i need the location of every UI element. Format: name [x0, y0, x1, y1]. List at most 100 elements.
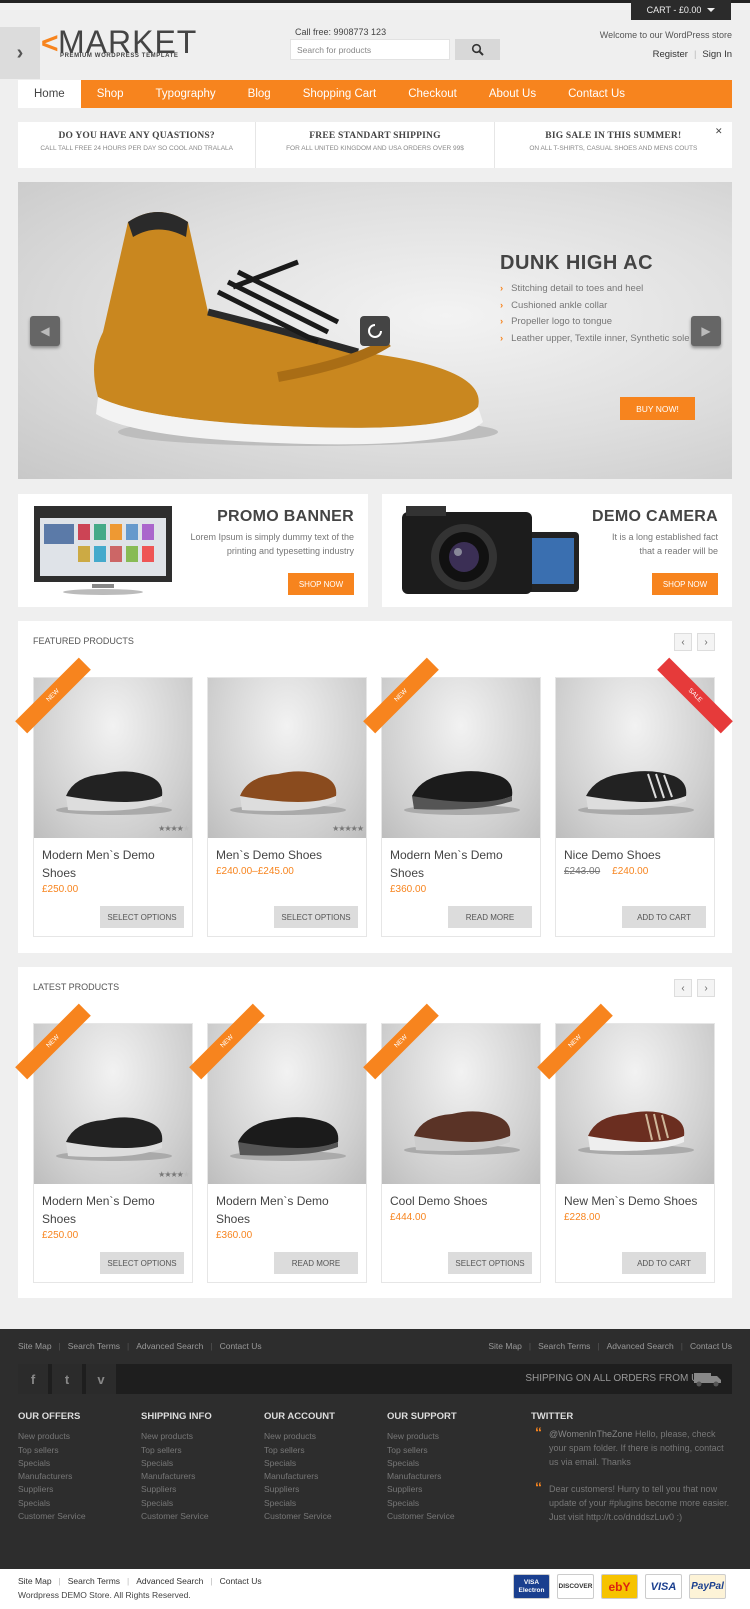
- select-options-button[interactable]: SELECT OPTIONS: [448, 1252, 532, 1274]
- shop-now-button[interactable]: SHOP NOW: [288, 573, 354, 595]
- next-arrow-icon[interactable]: ›: [697, 633, 715, 651]
- footer-col-link[interactable]: Specials: [264, 1457, 335, 1470]
- footer-link[interactable]: Site Map: [18, 1341, 52, 1351]
- footer-col-link[interactable]: Customer Service: [18, 1510, 86, 1523]
- ebay-icon: ebY: [601, 1574, 638, 1599]
- search-icon: [471, 43, 484, 56]
- footer-link[interactable]: Search Terms: [538, 1341, 590, 1351]
- footer-col-link[interactable]: New products: [18, 1430, 86, 1443]
- sign-in-link[interactable]: Sign In: [702, 49, 732, 60]
- nav-contact-us[interactable]: Contact Us: [552, 80, 641, 108]
- product-card[interactable]: NEW New Men`s Demo Shoes £228.00 ADD TO …: [537, 1003, 715, 1283]
- footer-col-link[interactable]: Top sellers: [264, 1444, 335, 1457]
- product-name[interactable]: Nice Demo Shoes: [564, 846, 704, 864]
- product-card[interactable]: SALE Nice Demo Shoes £243.00 £240.00 ADD …: [555, 657, 733, 937]
- footer-col-offers: OUR OFFERS New products Top sellers Specia…: [18, 1410, 86, 1523]
- footer-col-link[interactable]: Manufacturers: [18, 1470, 86, 1483]
- close-icon[interactable]: ✕: [715, 126, 723, 137]
- footer-col-link[interactable]: Specials: [387, 1457, 457, 1470]
- footer-link[interactable]: Search Terms: [68, 1341, 120, 1351]
- product-name[interactable]: Cool Demo Shoes: [390, 1192, 530, 1210]
- product-card[interactable]: NEW ★★★★★ Modern Men`s Demo Shoes £250.0…: [15, 657, 193, 937]
- nav-shop[interactable]: Shop: [81, 80, 140, 108]
- product-card[interactable]: NEW Cool Demo Shoes £444.00 SELECT OPTIO…: [363, 1003, 541, 1283]
- footer-col-link[interactable]: Customer Service: [264, 1510, 335, 1523]
- product-name[interactable]: Modern Men`s Demo Shoes: [42, 846, 182, 882]
- footer-col-link[interactable]: Specials: [18, 1497, 86, 1510]
- nav-blog[interactable]: Blog: [232, 80, 287, 108]
- buy-now-button[interactable]: BUY NOW!: [620, 397, 695, 420]
- footer-col-link[interactable]: Specials: [387, 1497, 457, 1510]
- footer-col-link[interactable]: New products: [141, 1430, 212, 1443]
- footer-col-link[interactable]: Suppliers: [141, 1483, 212, 1496]
- loading-icon: [360, 316, 390, 346]
- nav-home[interactable]: Home: [18, 80, 81, 108]
- search-button[interactable]: [455, 39, 500, 60]
- footer-link[interactable]: Contact Us: [690, 1341, 732, 1351]
- footer-col-link[interactable]: Manufacturers: [264, 1470, 335, 1483]
- footer-col-link[interactable]: Top sellers: [387, 1444, 457, 1457]
- register-link[interactable]: Register: [653, 49, 688, 60]
- footer-col-link[interactable]: New products: [264, 1430, 335, 1443]
- add-to-cart-button[interactable]: ADD TO CART: [622, 906, 706, 928]
- product-card[interactable]: NEW ★★★★★ Modern Men`s Demo Shoes £250.0…: [15, 1003, 193, 1283]
- footer-link[interactable]: Advanced Search: [136, 1576, 203, 1586]
- footer-col-link[interactable]: Top sellers: [18, 1444, 86, 1457]
- product-name[interactable]: New Men`s Demo Shoes: [564, 1192, 704, 1210]
- footer-col-link[interactable]: Manufacturers: [141, 1470, 212, 1483]
- footer-link[interactable]: Advanced Search: [607, 1341, 674, 1351]
- footer-col-link[interactable]: Suppliers: [18, 1483, 86, 1496]
- shop-now-button[interactable]: SHOP NOW: [652, 573, 718, 595]
- footer-col-link[interactable]: Top sellers: [141, 1444, 212, 1457]
- footer-col-link[interactable]: Suppliers: [387, 1483, 457, 1496]
- footer-col-link[interactable]: Customer Service: [141, 1510, 212, 1523]
- footer-link[interactable]: Advanced Search: [136, 1341, 203, 1351]
- product-card[interactable]: NEW Modern Men`s Demo Shoes £360.00 READ…: [189, 1003, 367, 1283]
- read-more-button[interactable]: READ MORE: [274, 1252, 358, 1274]
- product-card[interactable]: ★★★★★ Men`s Demo Shoes £240.00–£245.00 S…: [207, 677, 367, 937]
- nav-checkout[interactable]: Checkout: [392, 80, 473, 108]
- twitter-icon[interactable]: t: [52, 1364, 82, 1394]
- footer-link[interactable]: Site Map: [488, 1341, 522, 1351]
- product-image[interactable]: [208, 678, 366, 838]
- select-options-button[interactable]: SELECT OPTIONS: [274, 906, 358, 928]
- nav-shopping-cart[interactable]: Shopping Cart: [287, 80, 393, 108]
- footer-col-link[interactable]: Specials: [141, 1457, 212, 1470]
- add-to-cart-button[interactable]: ADD TO CART: [622, 1252, 706, 1274]
- prev-arrow-icon[interactable]: ‹: [674, 979, 692, 997]
- footer-col-link[interactable]: Manufacturers: [387, 1470, 457, 1483]
- product-name[interactable]: Modern Men`s Demo Shoes: [42, 1192, 182, 1228]
- product-card[interactable]: NEW Modern Men`s Demo Shoes £360.00 READ…: [363, 657, 541, 937]
- footer-col-title: OUR ACCOUNT: [264, 1411, 335, 1422]
- footer-link[interactable]: Contact Us: [220, 1576, 262, 1586]
- nav-typography[interactable]: Typography: [140, 80, 232, 108]
- read-more-button[interactable]: READ MORE: [448, 906, 532, 928]
- tweet-handle[interactable]: @WomenInTheZone: [549, 1429, 633, 1439]
- slider-next-icon[interactable]: ▶: [691, 316, 721, 346]
- footer-link[interactable]: Site Map: [18, 1576, 52, 1586]
- slider-prev-icon[interactable]: ◀: [30, 316, 60, 346]
- product-name[interactable]: Men`s Demo Shoes: [216, 846, 356, 864]
- prev-arrow-icon[interactable]: ‹: [674, 633, 692, 651]
- vimeo-icon[interactable]: v: [86, 1364, 116, 1394]
- next-arrow-icon[interactable]: ›: [697, 979, 715, 997]
- footer-col-link[interactable]: Specials: [141, 1497, 212, 1510]
- nav-about-us[interactable]: About Us: [473, 80, 552, 108]
- promo-title: DEMO CAMERA: [592, 508, 718, 525]
- promo-camera: DEMO CAMERA It is a long established fac…: [382, 494, 732, 607]
- side-arrow-icon[interactable]: ›: [0, 27, 40, 79]
- footer-col-link[interactable]: Customer Service: [387, 1510, 457, 1523]
- facebook-icon[interactable]: f: [18, 1364, 48, 1394]
- product-name[interactable]: Modern Men`s Demo Shoes: [216, 1192, 356, 1228]
- select-options-button[interactable]: SELECT OPTIONS: [100, 1252, 184, 1274]
- footer-col-link[interactable]: Suppliers: [264, 1483, 335, 1496]
- select-options-button[interactable]: SELECT OPTIONS: [100, 906, 184, 928]
- footer-col-link[interactable]: Specials: [18, 1457, 86, 1470]
- footer-link[interactable]: Search Terms: [68, 1576, 120, 1586]
- product-name[interactable]: Modern Men`s Demo Shoes: [390, 846, 530, 882]
- footer-col-link[interactable]: New products: [387, 1430, 457, 1443]
- footer-link[interactable]: Contact Us: [220, 1341, 262, 1351]
- search-input[interactable]: Search for products: [290, 39, 450, 60]
- cart-button[interactable]: CART - £0.00: [631, 0, 731, 20]
- footer-col-link[interactable]: Specials: [264, 1497, 335, 1510]
